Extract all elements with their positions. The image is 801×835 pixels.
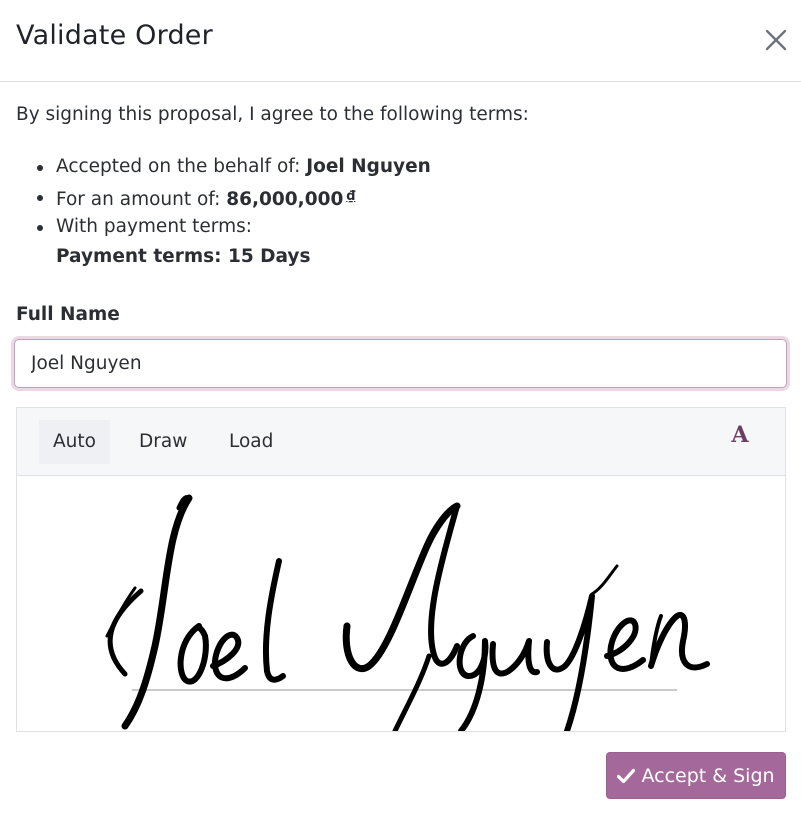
close-button[interactable]	[758, 22, 794, 58]
dialog-title: Validate Order	[16, 20, 213, 51]
term-behalf-value: Joel Nguyen	[306, 156, 431, 177]
signature-drawing	[105, 494, 710, 731]
full-name-label: Full Name	[16, 304, 120, 325]
check-icon	[617, 768, 636, 783]
term-payment-value-row: Payment terms: 15 Days	[56, 244, 431, 274]
term-behalf: Accepted on the behalf of: Joel Nguyen	[37, 154, 431, 184]
terms-list: Accepted on the behalf of: Joel Nguyen F…	[37, 154, 431, 274]
full-name-input[interactable]	[14, 339, 787, 388]
signature-panel: Auto Draw Load A	[16, 407, 786, 732]
close-icon	[765, 29, 787, 51]
font-selector-icon[interactable]: A	[725, 420, 755, 450]
term-payment-label: With payment terms:	[56, 216, 252, 237]
dialog-header: Validate Order	[0, 0, 801, 82]
term-payment: With payment terms:	[37, 214, 431, 244]
accept-sign-label: Accept & Sign	[641, 764, 775, 787]
term-payment-value: Payment terms: 15 Days	[56, 246, 311, 267]
signature-toolbar: Auto Draw Load A	[17, 408, 785, 476]
term-behalf-label: Accepted on the behalf of:	[56, 156, 307, 177]
term-amount-label: For an amount of:	[56, 189, 227, 210]
currency-symbol: ₫	[346, 189, 356, 204]
terms-intro: By signing this proposal, I agree to the…	[16, 104, 529, 125]
tab-auto[interactable]: Auto	[39, 420, 110, 464]
signature-canvas[interactable]	[17, 476, 785, 731]
term-amount-value: 86,000,000	[226, 189, 344, 210]
tab-draw[interactable]: Draw	[125, 420, 201, 464]
tab-load[interactable]: Load	[215, 420, 287, 464]
term-amount: For an amount of: 86,000,000 ₫	[37, 184, 431, 214]
accept-sign-button[interactable]: Accept & Sign	[606, 752, 786, 799]
